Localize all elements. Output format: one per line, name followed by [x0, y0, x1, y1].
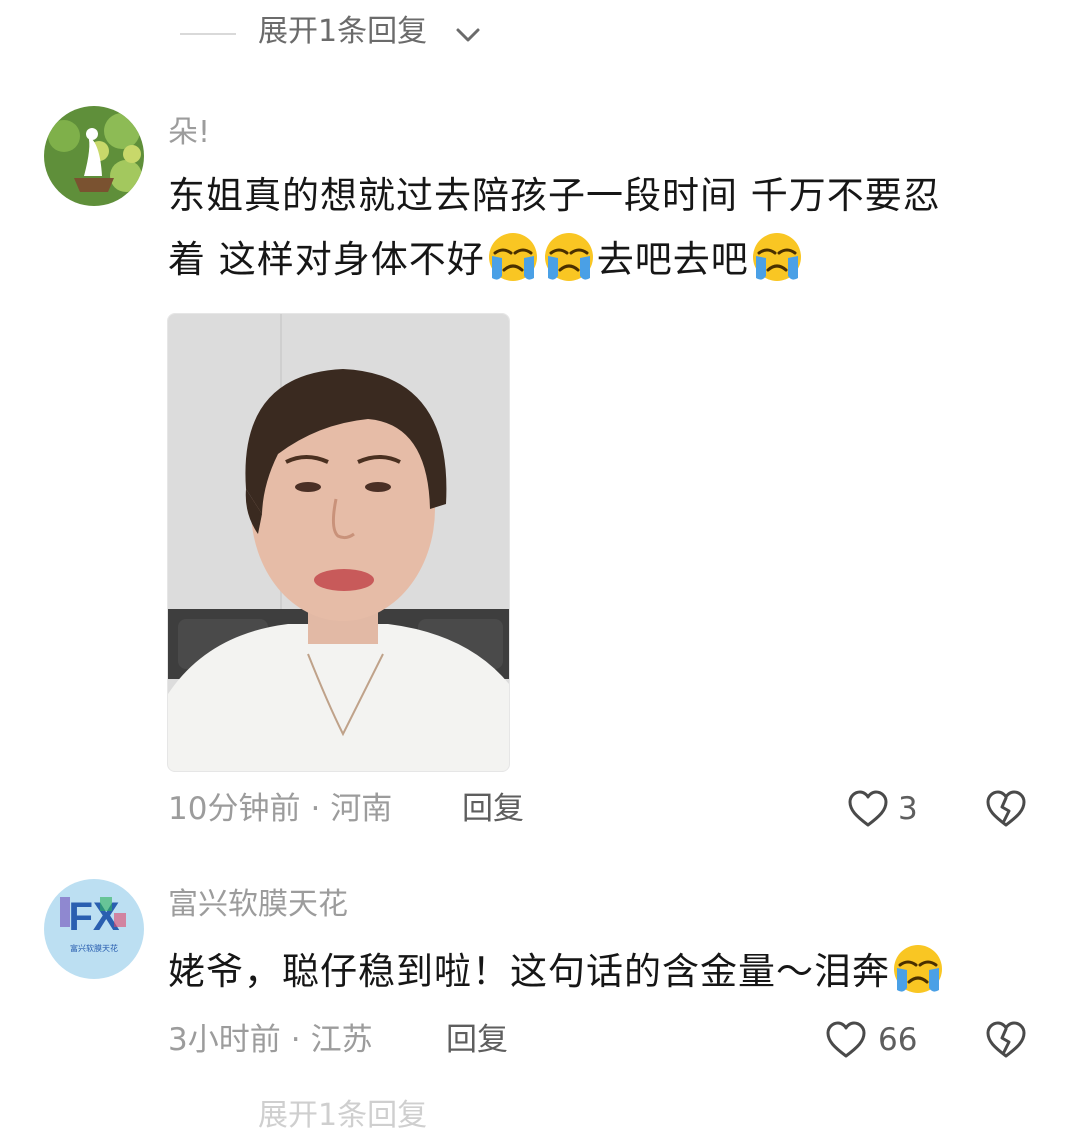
meta-separator: · [290, 1022, 301, 1058]
comment-location: 江苏 [310, 1022, 373, 1058]
comment-meta: 3小时前 · 江苏 [168, 1018, 373, 1062]
avatar-subtext: 富兴软膜天花 [70, 943, 118, 953]
divider-line [180, 33, 236, 35]
comment-username[interactable]: 富兴软膜天花 [168, 885, 348, 925]
comment-location: 河南 [330, 791, 393, 827]
comment-time: 3小时前 [168, 1022, 281, 1058]
avatar[interactable] [44, 106, 144, 206]
reply-button[interactable]: 回复 [446, 1018, 508, 1062]
broken-heart-icon[interactable] [984, 1019, 1028, 1061]
like-count: 3 [898, 791, 918, 827]
crying-emoji-icon [751, 231, 803, 283]
expand-replies-label: 展开1条回复 [258, 14, 428, 49]
comment-time: 10分钟前 [168, 791, 301, 827]
comment-text-segment: 姥爷，聪仔稳到啦！这句话的含金量～泪奔 [168, 950, 890, 993]
crying-emoji-icon [892, 943, 944, 995]
chevron-down-icon [456, 28, 480, 42]
comment-username[interactable]: 朵! [168, 113, 210, 153]
comment-text: 姥爷，聪仔稳到啦！这句话的含金量～泪奔 [168, 940, 1028, 1004]
comment-text-segment: 去吧去吧 [596, 238, 749, 281]
expand-replies-bottom[interactable]: 展开1条回复 [258, 1096, 427, 1136]
comment-text-line: 东姐真的想就过去陪孩子一段时间 千万不要忍 [168, 174, 941, 217]
avatar-logo-text: FX [68, 895, 119, 939]
crying-emoji-icon [487, 231, 539, 283]
comment-text-line: 着 这样对身体不好 去吧去吧 [168, 228, 1028, 292]
comment-meta: 10分钟前 · 河南 [168, 787, 392, 831]
meta-separator: · [310, 791, 321, 827]
avatar[interactable]: FX 富兴软膜天花 [44, 879, 144, 979]
heart-icon[interactable] [824, 1019, 868, 1061]
comment-image[interactable] [167, 313, 510, 772]
heart-icon[interactable] [846, 788, 890, 830]
expand-replies-top[interactable]: 展开1条回复 [0, 0, 1080, 70]
reply-button[interactable]: 回复 [462, 787, 524, 831]
comment-text-segment: 着 这样对身体不好 [168, 238, 485, 281]
broken-heart-icon[interactable] [984, 788, 1028, 830]
like-count: 66 [878, 1022, 918, 1058]
comment-text: 东姐真的想就过去陪孩子一段时间 千万不要忍 着 这样对身体不好 去吧去吧 [168, 164, 1028, 292]
crying-emoji-icon [543, 231, 595, 283]
